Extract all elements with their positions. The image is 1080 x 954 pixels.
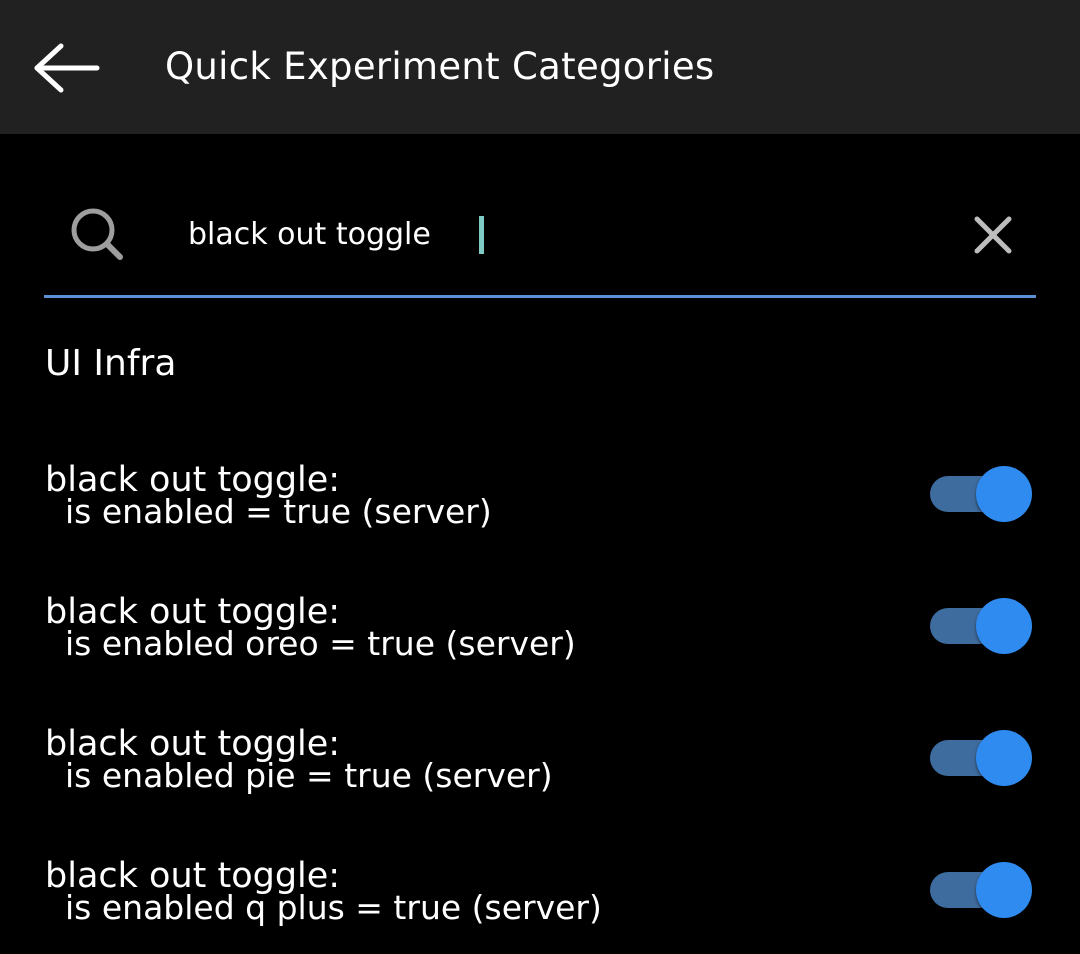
experiment-toggle[interactable] [928,862,1034,918]
toggle-thumb [976,862,1032,918]
page-title: Quick Experiment Categories [165,45,715,88]
experiment-detail: is enabled = true (server) [65,492,492,531]
toggle-thumb [976,598,1032,654]
toggle-thumb [976,466,1032,522]
experiment-toggle[interactable] [928,466,1034,522]
app-screen: Quick Experiment Categories UI Infra bla… [0,0,1080,954]
experiment-row: black out toggle: is enabled q plus = tr… [0,824,1080,954]
search-bar [44,186,1036,298]
experiment-detail: is enabled pie = true (server) [65,756,553,795]
toolbar: Quick Experiment Categories [0,0,1080,134]
search-underline [44,295,1036,298]
category-header: UI Infra [45,343,177,384]
experiment-row: black out toggle: is enabled pie = true … [0,692,1080,824]
experiment-row: black out toggle: is enabled = true (ser… [0,428,1080,560]
close-icon [974,216,1012,254]
search-input[interactable] [188,206,948,262]
experiment-detail: is enabled q plus = true (server) [65,888,602,927]
experiment-toggle[interactable] [928,730,1034,786]
experiment-toggle[interactable] [928,598,1034,654]
clear-search-button[interactable] [962,204,1024,266]
experiment-list: black out toggle: is enabled = true (ser… [0,428,1080,954]
text-cursor [479,216,484,254]
arrow-left-icon [34,43,100,93]
back-button[interactable] [24,34,108,102]
experiment-detail: is enabled oreo = true (server) [65,624,576,663]
experiment-row: black out toggle: is enabled oreo = true… [0,560,1080,692]
search-icon [68,208,128,260]
toggle-thumb [976,730,1032,786]
